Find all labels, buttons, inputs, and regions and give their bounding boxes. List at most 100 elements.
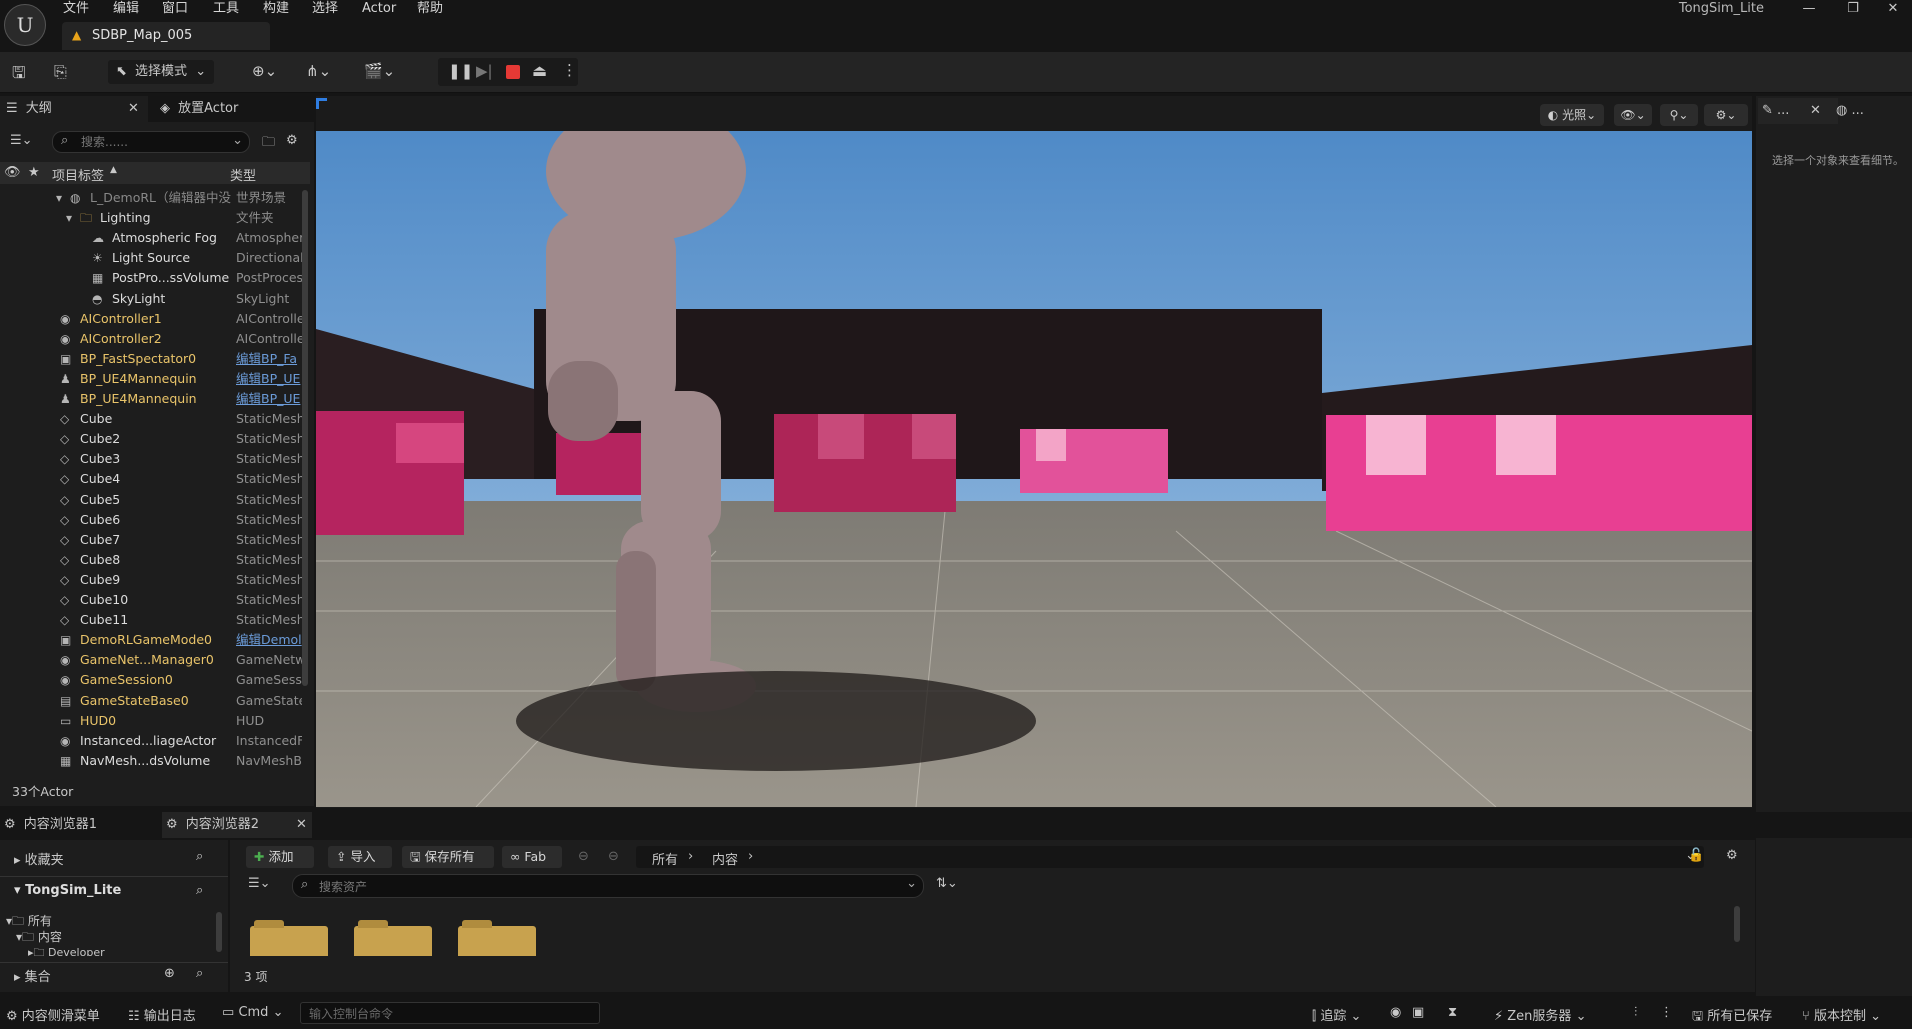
- mode-select-button[interactable]: ⬉ 选择模式 ⌄: [108, 60, 214, 84]
- menu-select[interactable]: 选择: [312, 0, 338, 18]
- outliner-row-type[interactable]: 编辑Demol: [236, 630, 302, 650]
- folder-item[interactable]: [250, 920, 328, 956]
- close-icon[interactable]: ✕: [1810, 98, 1821, 124]
- step-icon[interactable]: ▶|: [476, 62, 493, 80]
- pause-icon[interactable]: ❚❚: [448, 62, 473, 80]
- outliner-scrollbar[interactable]: [302, 190, 308, 686]
- outliner-row-type[interactable]: 编辑BP_Fa: [236, 349, 302, 369]
- column-type[interactable]: 类型: [230, 165, 256, 184]
- tab-details[interactable]: ✎ ... ✕: [1758, 98, 1838, 124]
- column-label[interactable]: 项目标签: [52, 165, 104, 184]
- hourglass-icon[interactable]: ⧗: [1448, 1005, 1457, 1020]
- menu-file[interactable]: 文件: [63, 0, 89, 18]
- show-flags-button[interactable]: 👁⌄: [1614, 104, 1652, 126]
- outliner-row[interactable]: ◉ AIController2 AIControlle: [0, 329, 308, 349]
- outliner-row[interactable]: ▦ PostPro...ssVolume PostProces: [0, 268, 308, 288]
- tab-world-settings[interactable]: ◍ ...: [1836, 98, 1906, 124]
- close-window-icon[interactable]: ✕: [1876, 0, 1910, 18]
- filter-icon[interactable]: ☰⌄: [10, 133, 33, 148]
- more-options-icon[interactable]: ⋮: [1660, 1005, 1673, 1020]
- outliner-row[interactable]: ☀ Light Source Directionali: [0, 248, 308, 268]
- outliner-row[interactable]: ▤ GameStateBase0 GameState: [0, 691, 308, 711]
- tree-developer[interactable]: ▸🗀 Developer: [28, 944, 105, 956]
- outliner-row[interactable]: ▣ BP_FastSpectator0 编辑BP_Fa: [0, 349, 308, 369]
- project-section[interactable]: ▾ TongSim_Lite: [14, 883, 121, 898]
- import-button[interactable]: ⇪ 导入: [328, 846, 392, 868]
- outliner-row[interactable]: ♟ BP_UE4Mannequin 编辑BP_UE: [0, 389, 308, 409]
- chevron-down-icon[interactable]: ⌄: [232, 133, 243, 148]
- outliner-row[interactable]: ◓ SkyLight SkyLight: [0, 289, 308, 309]
- outliner-row[interactable]: ◇ Cube4 StaticMesh: [0, 469, 308, 489]
- content-drawer-button[interactable]: ⚙ 内容侧滑菜单: [6, 1005, 100, 1024]
- close-icon[interactable]: ✕: [128, 96, 139, 122]
- fab-button[interactable]: ∞ Fab: [502, 846, 562, 868]
- save-icon[interactable]: 🖫: [12, 62, 26, 89]
- search-icon[interactable]: ⌕: [196, 883, 203, 898]
- collections-section[interactable]: ▸ 集合: [14, 966, 51, 985]
- camera-settings-button[interactable]: ⚲⌄: [1660, 104, 1698, 126]
- tab-place-actor[interactable]: ◈ 放置Actor: [156, 96, 306, 122]
- save-all-button[interactable]: 🖫 保存所有: [402, 846, 494, 868]
- screenshot-icon[interactable]: ▣: [1412, 1005, 1424, 1020]
- outliner-row[interactable]: ◇ Cube5 StaticMesh: [0, 490, 308, 510]
- outliner-row[interactable]: ◇ Cube10 StaticMesh: [0, 590, 308, 610]
- outliner-row[interactable]: ◇ Cube3 StaticMesh: [0, 449, 308, 469]
- viewport-menu-corner[interactable]: [316, 98, 327, 109]
- chevron-down-icon[interactable]: ⌄: [906, 876, 917, 891]
- minimize-icon[interactable]: —: [1792, 0, 1826, 18]
- tree-scrollbar[interactable]: [216, 912, 222, 952]
- menu-actor[interactable]: Actor: [362, 0, 396, 18]
- trace-button[interactable]: ⫿ 追踪 ⌄: [1312, 1005, 1361, 1024]
- tab-content-browser-2[interactable]: ⚙ 内容浏览器2 ✕: [162, 812, 312, 838]
- menu-build[interactable]: 构建: [263, 0, 289, 18]
- outliner-row[interactable]: ▣ DemoRLGameMode0 编辑Demol: [0, 630, 308, 650]
- outliner-row[interactable]: ◍ ▾ L_DemoRL（编辑器中没 世界场景: [0, 188, 308, 208]
- outliner-row[interactable]: ◉ Instanced...liageActor InstancedF: [0, 731, 308, 751]
- outliner-search[interactable]: ⌕ ⌄: [52, 131, 250, 153]
- output-log-button[interactable]: ☷ 输出日志: [128, 1005, 196, 1024]
- outliner-row[interactable]: ◇ Cube8 StaticMesh: [0, 550, 308, 570]
- favorites-section[interactable]: ▸ 收藏夹: [14, 849, 64, 868]
- outliner-row[interactable]: ▦ NavMesh...dsVolume NavMeshB: [0, 751, 308, 771]
- sort-icon[interactable]: ⇅⌄: [936, 876, 958, 891]
- source-control-button[interactable]: ⑂ 版本控制 ⌄: [1802, 1005, 1881, 1024]
- expand-arrow-icon[interactable]: ▾: [56, 188, 62, 208]
- outliner-row[interactable]: ◉ AIController1 AIControlle: [0, 309, 308, 329]
- search-icon[interactable]: ⌕: [196, 849, 203, 864]
- level-tab[interactable]: ▲ SDBP_Map_005: [62, 22, 270, 50]
- restore-icon[interactable]: ❐: [1836, 0, 1870, 18]
- outliner-row-type[interactable]: 编辑BP_UE: [236, 389, 302, 409]
- menu-window[interactable]: 窗口: [162, 0, 188, 18]
- folder-item[interactable]: [458, 920, 536, 956]
- outliner-row[interactable]: ◉ GameSession0 GameSess: [0, 670, 308, 690]
- add-button[interactable]: ✚ 添加: [246, 846, 314, 868]
- back-icon[interactable]: ⊖: [578, 849, 589, 864]
- outliner-row[interactable]: ◇ Cube11 StaticMesh: [0, 610, 308, 630]
- menu-help[interactable]: 帮助: [417, 0, 443, 18]
- tab-outliner[interactable]: ☰ 大纲 ✕: [0, 96, 148, 122]
- new-folder-icon[interactable]: 🗀: [262, 133, 275, 155]
- cinematics-icon[interactable]: 🎬⌄: [364, 62, 395, 80]
- tab-content-browser-1[interactable]: ⚙ 内容浏览器1: [4, 812, 154, 838]
- outliner-row[interactable]: ☁ Atmospheric Fog Atmospher: [0, 228, 308, 248]
- asset-search[interactable]: ⌕ 搜索资产 ⌄: [292, 874, 924, 898]
- search-icon[interactable]: ⌕: [196, 966, 203, 981]
- save-status[interactable]: 🖫 所有已保存: [1692, 1005, 1772, 1029]
- expand-arrow-icon[interactable]: ▾: [66, 208, 72, 228]
- menu-edit[interactable]: 编辑: [113, 0, 139, 18]
- outliner-row[interactable]: 🗀 ▾ Lighting 文件夹: [0, 208, 308, 228]
- visibility-icon[interactable]: 👁: [4, 165, 21, 180]
- lighting-mode-button[interactable]: ◐ 光照⌄: [1540, 104, 1604, 126]
- outliner-row[interactable]: ◇ Cube6 StaticMesh: [0, 510, 308, 530]
- outliner-row[interactable]: ♟ BP_UE4Mannequin 编辑BP_UE: [0, 369, 308, 389]
- browse-level-icon[interactable]: ⎘: [54, 62, 67, 82]
- outliner-row[interactable]: ▭ HUD0 HUD: [0, 711, 308, 731]
- outliner-row[interactable]: ◇ Cube2 StaticMesh: [0, 429, 308, 449]
- add-collection-icon[interactable]: ⊕: [164, 966, 175, 981]
- folder-item[interactable]: [354, 920, 432, 956]
- game-viewport[interactable]: [316, 131, 1752, 807]
- lock-icon[interactable]: 🔓: [1688, 848, 1704, 863]
- star-icon[interactable]: ★: [28, 165, 40, 180]
- viewport-settings-button[interactable]: ⚙⌄: [1704, 104, 1748, 126]
- outliner-row[interactable]: ◇ Cube7 StaticMesh: [0, 530, 308, 550]
